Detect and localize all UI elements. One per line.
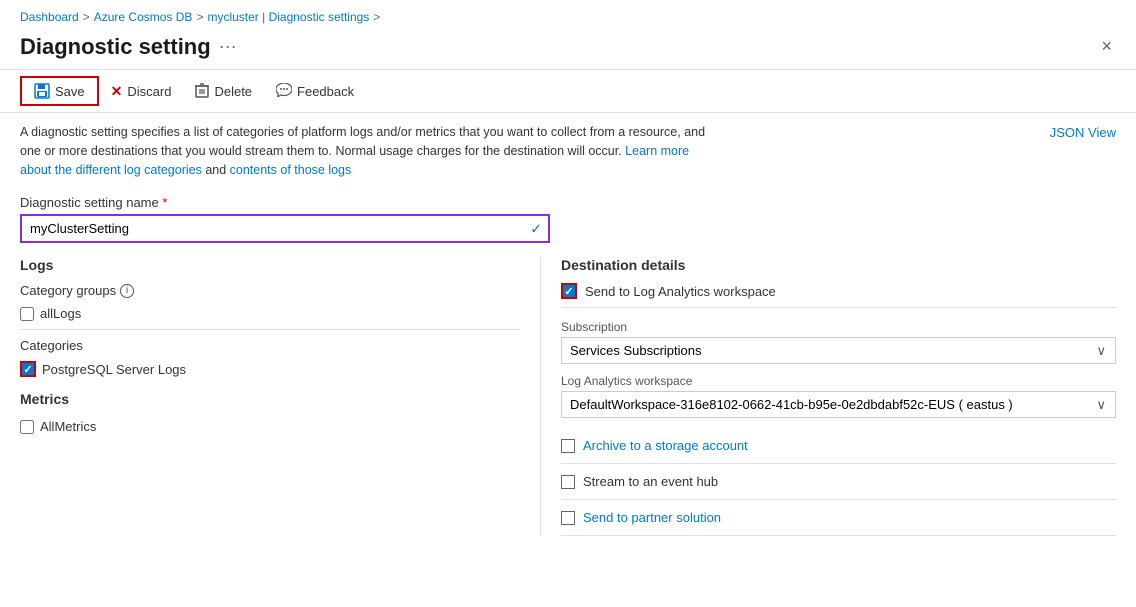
all-metrics-label[interactable]: AllMetrics (40, 419, 96, 434)
subscription-select[interactable]: Services Subscriptions (561, 337, 1116, 364)
postgresql-label[interactable]: PostgreSQL Server Logs (42, 362, 186, 377)
categories-section: Categories PostgreSQL Server Logs (20, 338, 520, 379)
all-logs-checkbox[interactable] (20, 307, 34, 321)
postgresql-checkbox[interactable] (20, 361, 36, 377)
workspace-select-wrapper: DefaultWorkspace-316e8102-0662-41cb-b95e… (561, 391, 1116, 418)
subscription-select-wrapper: Services Subscriptions (561, 337, 1116, 364)
discard-label: Discard (127, 84, 171, 99)
name-input-wrapper: ✓ (20, 214, 550, 243)
discard-button[interactable]: ✕ Discard (99, 78, 184, 105)
contents-link[interactable]: contents of those logs (230, 163, 352, 177)
floppy-disk-icon (34, 83, 50, 99)
partner-label[interactable]: Send to partner solution (583, 510, 721, 525)
stream-row: Stream to an event hub (561, 464, 1116, 500)
json-view-link[interactable]: JSON View (1050, 123, 1116, 143)
save-icon (34, 83, 50, 99)
save-label: Save (55, 84, 85, 99)
sep1: > (83, 10, 90, 24)
main-content: Logs Category groups i allLogs Categorie… (0, 247, 1136, 546)
all-logs-label[interactable]: allLogs (40, 306, 81, 321)
all-logs-row: allLogs (20, 304, 520, 323)
stream-label[interactable]: Stream to an event hub (583, 474, 718, 489)
info-icon[interactable]: i (120, 284, 134, 298)
metrics-section: Metrics AllMetrics (20, 391, 520, 436)
description-paragraph: A diagnostic setting specifies a list of… (20, 125, 705, 177)
metrics-title: Metrics (20, 391, 520, 407)
partner-row: Send to partner solution (561, 500, 1116, 536)
breadcrumb-cosmos[interactable]: Azure Cosmos DB (94, 10, 193, 24)
all-metrics-row: AllMetrics (20, 417, 520, 436)
stream-checkbox[interactable] (561, 475, 575, 489)
destination-column: Destination details Send to Log Analytic… (540, 257, 1116, 536)
feedback-icon (276, 83, 292, 100)
diagnostic-name-input[interactable] (20, 214, 550, 243)
page-header: Diagnostic setting ··· × (0, 28, 1136, 69)
toolbar: Save ✕ Discard Delete Feedba (0, 69, 1136, 113)
all-metrics-checkbox[interactable] (20, 420, 34, 434)
name-section: Diagnostic setting name * ✓ (0, 189, 1136, 247)
close-button[interactable]: × (1097, 32, 1116, 61)
subscription-label: Subscription (561, 320, 1116, 334)
discard-icon: ✕ (111, 83, 123, 100)
description-area: A diagnostic setting specifies a list of… (0, 113, 1136, 189)
feedback-label: Feedback (297, 84, 354, 99)
subscription-field: Subscription Services Subscriptions (561, 320, 1116, 364)
required-indicator: * (162, 195, 167, 210)
feedback-button[interactable]: Feedback (264, 78, 366, 105)
postgresql-row: PostgreSQL Server Logs (20, 359, 520, 379)
log-analytics-row: Send to Log Analytics workspace (561, 283, 1116, 308)
delete-icon (195, 82, 209, 101)
categories-label: Categories (20, 338, 520, 353)
category-groups-label: Category groups i (20, 283, 520, 298)
logs-title: Logs (20, 257, 520, 273)
delete-button[interactable]: Delete (183, 77, 264, 106)
partner-checkbox[interactable] (561, 511, 575, 525)
name-field-label: Diagnostic setting name * (20, 195, 1116, 210)
description-text: A diagnostic setting specifies a list of… (20, 123, 720, 179)
archive-row: Archive to a storage account (561, 428, 1116, 464)
logs-metrics-column: Logs Category groups i allLogs Categorie… (20, 257, 520, 536)
page-title: Diagnostic setting (20, 34, 211, 60)
archive-label[interactable]: Archive to a storage account (583, 438, 748, 453)
logs-section: Logs Category groups i allLogs Categorie… (20, 257, 520, 379)
log-analytics-label: Send to Log Analytics workspace (585, 284, 776, 299)
workspace-select[interactable]: DefaultWorkspace-316e8102-0662-41cb-b95e… (561, 391, 1116, 418)
more-options-icon[interactable]: ··· (219, 36, 237, 57)
breadcrumb-dashboard[interactable]: Dashboard (20, 10, 79, 24)
archive-checkbox[interactable] (561, 439, 575, 453)
logs-divider (20, 329, 520, 330)
input-check-icon: ✓ (530, 220, 542, 237)
learn-more-link[interactable]: Learn more about the different log categ… (20, 144, 689, 177)
save-button[interactable]: Save (20, 76, 99, 106)
breadcrumb-diagnostic[interactable]: mycluster | Diagnostic settings (207, 10, 369, 24)
breadcrumb: Dashboard > Azure Cosmos DB > mycluster … (0, 0, 1136, 28)
delete-label: Delete (214, 84, 252, 99)
destination-title: Destination details (561, 257, 1116, 273)
sep3: > (373, 10, 380, 24)
sep2: > (196, 10, 203, 24)
log-analytics-checkbox[interactable] (561, 283, 577, 299)
workspace-label: Log Analytics workspace (561, 374, 1116, 388)
workspace-field: Log Analytics workspace DefaultWorkspace… (561, 374, 1116, 418)
